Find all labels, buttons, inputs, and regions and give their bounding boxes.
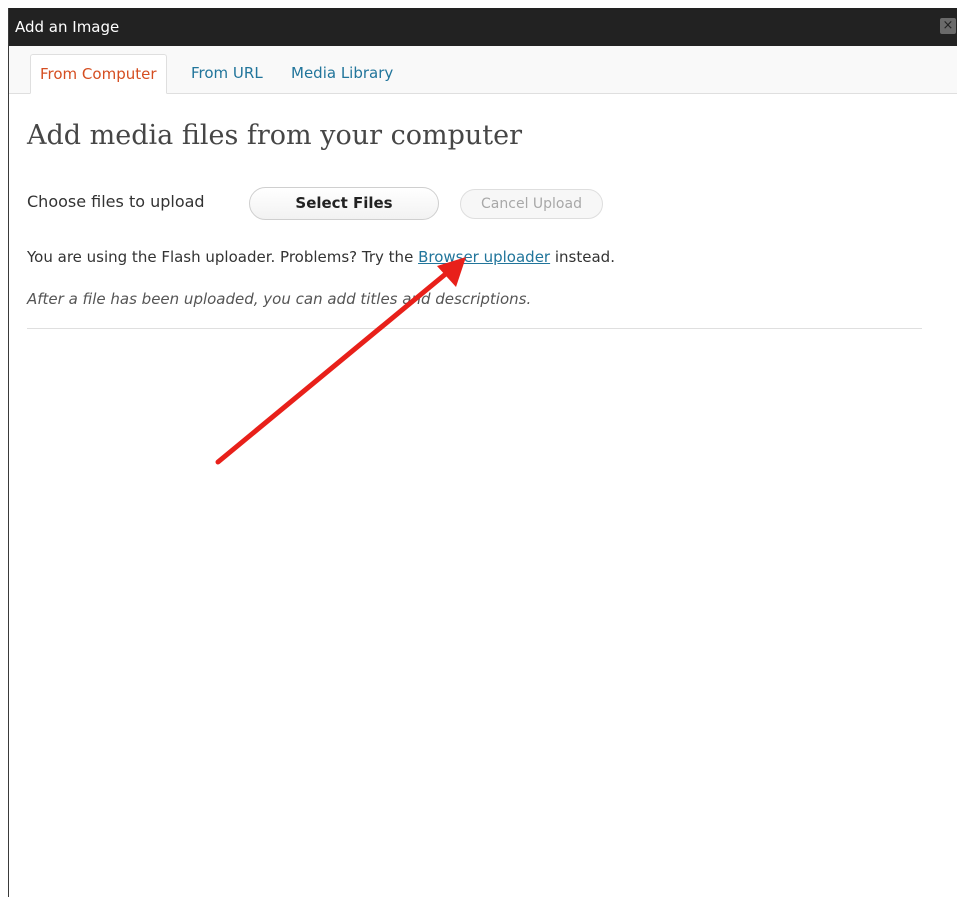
tab-media-library[interactable]: Media Library	[291, 54, 393, 94]
select-files-button[interactable]: Select Files	[249, 187, 439, 220]
close-icon[interactable]: ×	[940, 18, 956, 34]
section-divider	[27, 328, 922, 329]
page-title: Add media files from your computer	[27, 120, 523, 151]
dialog-title: Add an Image	[15, 18, 120, 36]
flash-uploader-notice: You are using the Flash uploader. Proble…	[27, 248, 615, 266]
choose-files-label: Choose files to upload	[27, 192, 205, 211]
tab-bar: From Computer From URL Media Library	[9, 46, 957, 94]
add-image-dialog: Add an Image × From Computer From URL Me…	[8, 8, 957, 897]
browser-uploader-link[interactable]: Browser uploader	[418, 248, 550, 266]
tab-from-computer[interactable]: From Computer	[30, 54, 167, 94]
flash-notice-prefix: You are using the Flash uploader. Proble…	[27, 248, 419, 266]
flash-notice-suffix: instead.	[550, 248, 615, 266]
dialog-titlebar: Add an Image ×	[9, 8, 957, 46]
cancel-upload-button[interactable]: Cancel Upload	[460, 189, 603, 219]
upload-help-note: After a file has been uploaded, you can …	[27, 290, 532, 308]
tab-from-url[interactable]: From URL	[191, 54, 263, 94]
